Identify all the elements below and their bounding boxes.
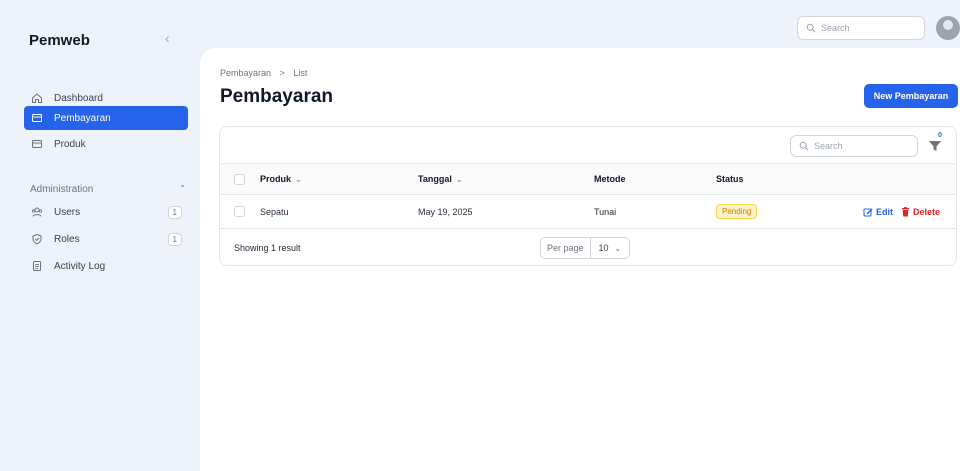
avatar[interactable] <box>936 16 960 40</box>
card-icon <box>30 137 44 151</box>
shield-check-icon <box>30 232 44 246</box>
breadcrumb-separator: > <box>279 68 285 78</box>
breadcrumb-current: List <box>293 68 308 78</box>
column-label: Metode <box>594 174 626 184</box>
delete-button[interactable]: Delete <box>901 206 941 217</box>
per-page-value[interactable]: 10 ⌄ <box>591 243 630 253</box>
select-all-checkbox[interactable] <box>234 164 245 194</box>
edit-button[interactable]: Edit <box>863 207 893 217</box>
home-icon <box>30 91 44 105</box>
sidebar: Pemweb ‹ Dashboard Pembayaran Produk Adm… <box>10 8 200 471</box>
count-badge: 1 <box>167 232 182 246</box>
chevron-up-icon: ⌃ <box>179 184 186 193</box>
chevron-down-icon: ⌄ <box>455 174 463 184</box>
cell-tanggal: May 19, 2025 <box>418 206 473 217</box>
table-search-input[interactable]: Search <box>790 135 918 157</box>
sidebar-item-roles[interactable]: Roles 1 <box>24 227 188 251</box>
column-label: Status <box>716 174 744 184</box>
table-header: Produk ⌄ Tanggal ⌄ Metode Status <box>220 163 956 195</box>
new-pembayaran-button[interactable]: New Pembayaran <box>864 84 958 108</box>
status-badge: Pending <box>716 204 758 219</box>
sidebar-item-label: Users <box>54 206 81 218</box>
search-placeholder: Search <box>821 23 850 33</box>
delete-label: Delete <box>913 206 941 217</box>
main-content: Pembayaran > List Pembayaran New Pembaya… <box>200 48 960 471</box>
filter-icon <box>929 141 941 151</box>
column-header-metode: Metode <box>594 164 626 194</box>
table-footer: Showing 1 result Per page 10 ⌄ <box>220 229 956 265</box>
card-icon <box>30 111 44 125</box>
filter-count-badge: 0 <box>938 132 942 139</box>
sidebar-item-pembayaran[interactable]: Pembayaran <box>24 106 188 130</box>
chevron-down-icon: ⌄ <box>295 174 302 184</box>
row-actions: Edit Delete <box>863 195 940 228</box>
breadcrumb: Pembayaran > List <box>220 68 307 78</box>
column-header-tanggal[interactable]: Tanggal ⌄ <box>418 164 463 194</box>
page-title: Pembayaran <box>220 86 334 107</box>
sidebar-item-users[interactable]: Users 1 <box>24 200 188 224</box>
sidebar-item-label: Dashboard <box>54 92 103 104</box>
edit-icon <box>863 208 873 216</box>
filter-button[interactable]: 0 <box>928 132 946 155</box>
count-badge: 1 <box>167 205 182 219</box>
collapse-sidebar-button[interactable]: ‹ <box>165 30 170 46</box>
nav-group-administration[interactable]: Administration ⌃ <box>30 184 190 195</box>
row-checkbox[interactable] <box>234 195 245 228</box>
search-placeholder: Search <box>814 141 843 151</box>
sidebar-item-label: Roles <box>54 233 80 245</box>
clipboard-icon <box>30 259 44 273</box>
edit-label: Edit <box>876 206 893 217</box>
per-page-select[interactable]: Per page 10 ⌄ <box>540 237 631 259</box>
sidebar-item-label: Produk <box>54 138 86 150</box>
cell-produk: Sepatu <box>260 206 289 217</box>
sidebar-item-label: Pembayaran <box>54 112 111 124</box>
column-label: Produk <box>260 174 292 184</box>
nav-group-label: Administration <box>30 184 94 195</box>
sidebar-item-label: Activity Log <box>54 260 106 272</box>
brand-logo[interactable]: Pemweb <box>29 32 90 49</box>
column-header-status: Status <box>716 164 744 194</box>
sidebar-item-produk[interactable]: Produk <box>24 132 188 156</box>
column-label: Tanggal <box>418 174 452 184</box>
result-count: Showing 1 result <box>234 243 301 253</box>
breadcrumb-link[interactable]: Pembayaran <box>220 68 271 78</box>
users-icon <box>30 205 44 219</box>
cell-metode: Tunai <box>594 206 617 217</box>
search-icon <box>806 23 816 33</box>
table-row[interactable]: Sepatu May 19, 2025 Tunai Pending Edit D… <box>220 195 956 229</box>
chevron-down-icon: ⌄ <box>614 243 622 253</box>
table-card: Search 0 Produk ⌄ Tanggal ⌄ Metode Status … <box>219 126 957 266</box>
per-page-value-text: 10 <box>598 243 609 253</box>
global-search-input[interactable]: Search <box>797 16 925 40</box>
per-page-label: Per page <box>541 238 591 258</box>
trash-icon <box>902 206 909 216</box>
search-icon <box>799 141 809 151</box>
column-header-produk[interactable]: Produk ⌄ <box>260 164 302 194</box>
sidebar-item-activity-log[interactable]: Activity Log <box>24 254 188 278</box>
cell-status: Pending <box>716 195 758 228</box>
